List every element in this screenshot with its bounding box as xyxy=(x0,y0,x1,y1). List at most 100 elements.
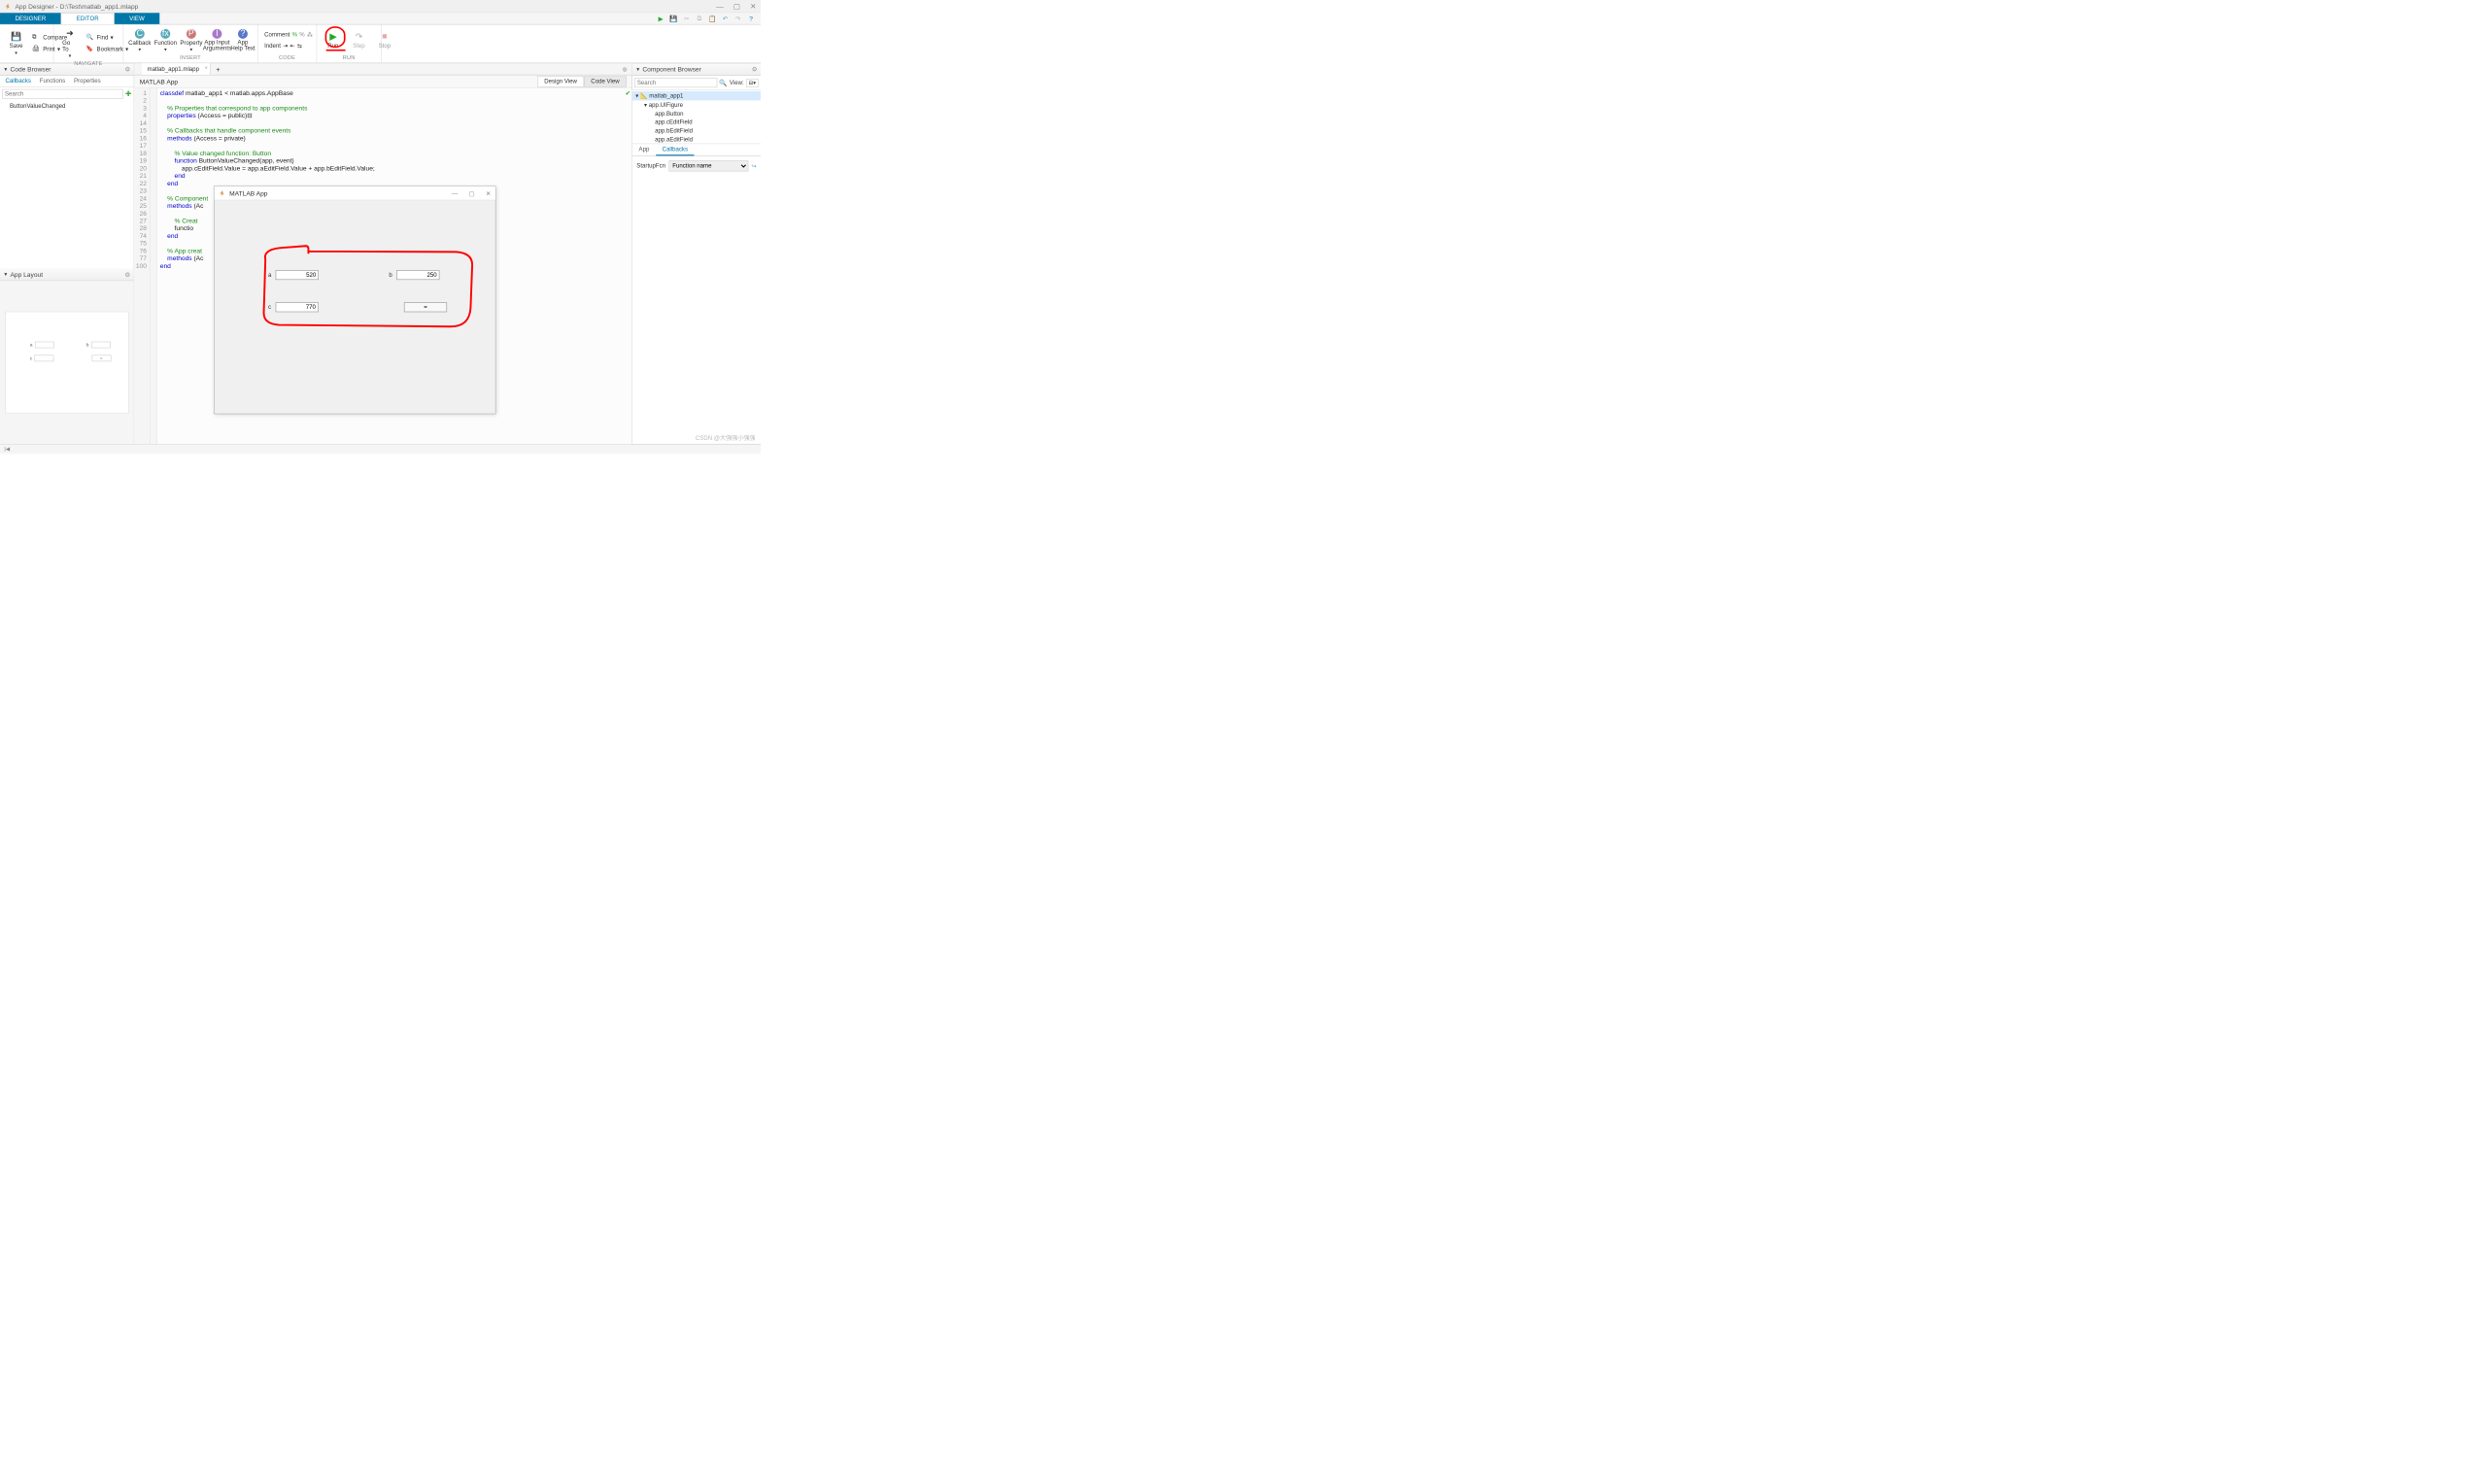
startupfcn-label: StartupFcn xyxy=(636,163,665,170)
minimize-button[interactable]: — xyxy=(716,2,724,11)
b-input[interactable] xyxy=(396,270,439,280)
indent-button[interactable]: Indent ⇥ ⇤ ⇆ xyxy=(263,42,303,51)
tree-afield[interactable]: app.aEditField xyxy=(632,135,761,144)
file-group-label xyxy=(6,59,49,60)
codebrowser-search-input[interactable] xyxy=(2,89,123,99)
callback-button[interactable]: CCallback▼ xyxy=(129,27,151,52)
tab-designer[interactable]: DESIGNER xyxy=(0,13,61,24)
equals-button[interactable]: = xyxy=(404,302,447,312)
ribbon-tabs: DESIGNER EDITOR VIEW ▶ 💾 ✂ ⧉ 📋 ↶ ↷ ? xyxy=(0,13,761,24)
titlebar: App Designer - D:\Test\matlab_app1.mlapp… xyxy=(0,0,761,13)
quick-toolbar: ▶ 💾 ✂ ⧉ 📋 ↶ ↷ ? xyxy=(657,13,761,24)
c-label: c xyxy=(268,304,271,311)
tab-callbacks[interactable]: Callbacks xyxy=(656,144,695,155)
check-ok-icon: ✔ xyxy=(626,89,631,97)
window-title: App Designer - D:\Test\matlab_app1.mlapp xyxy=(15,2,138,10)
gear-icon[interactable]: ⚙ xyxy=(752,65,758,73)
function-button[interactable]: fxFunction▼ xyxy=(154,27,176,52)
preview-field-b: b xyxy=(86,342,111,349)
tree-cfield[interactable]: app.cEditField xyxy=(632,118,761,127)
save-button[interactable]: 💾Save▼ xyxy=(6,30,27,56)
property-button[interactable]: PProperty▼ xyxy=(181,27,202,52)
code-browser-filters: Callbacks Functions Properties xyxy=(0,76,134,87)
undo-qab-icon[interactable]: ↶ xyxy=(721,15,730,23)
paste-qab-icon[interactable]: 📋 xyxy=(708,15,717,23)
c-input[interactable] xyxy=(275,302,318,312)
matlab-logo-icon xyxy=(4,2,12,10)
goto-button[interactable]: ➜Go To▼ xyxy=(59,27,81,60)
close-all-icon[interactable]: ⊗ xyxy=(618,63,631,75)
a-input[interactable] xyxy=(276,270,319,280)
statusbar: |◀ xyxy=(0,444,761,454)
filter-callbacks[interactable]: Callbacks xyxy=(3,78,33,84)
maximize-button[interactable]: ▢ xyxy=(733,2,740,11)
run-qab-icon[interactable]: ▶ xyxy=(657,15,665,23)
matlab-logo-icon xyxy=(219,189,226,197)
cut-qab-icon[interactable]: ✂ xyxy=(682,15,691,23)
app-close-button[interactable]: ✕ xyxy=(486,189,492,197)
code-view-button[interactable]: Code View xyxy=(584,76,627,86)
b-label: b xyxy=(389,272,392,279)
collapse-left-icon[interactable]: |◀ xyxy=(4,447,10,453)
tab-view[interactable]: VIEW xyxy=(115,13,160,24)
tab-app[interactable]: App xyxy=(632,144,656,155)
comment-button[interactable]: Comment % % ⁂ xyxy=(263,30,314,39)
component-browser-header[interactable]: ▼Component Browser⚙ xyxy=(632,63,761,76)
app-title: MATLAB App xyxy=(140,78,178,85)
left-panes: ▼Code Browser⚙ Callbacks Functions Prope… xyxy=(0,63,134,444)
a-label: a xyxy=(268,272,271,279)
tree-root[interactable]: ▾ 📐 matlab_app1 xyxy=(632,91,761,100)
redo-qab-icon[interactable]: ↷ xyxy=(733,15,742,23)
copy-qab-icon[interactable]: ⧉ xyxy=(696,15,704,23)
running-app-window: MATLAB App — ▢ ✕ a b c = xyxy=(214,186,495,414)
app-layout-preview: a b c = xyxy=(0,281,134,444)
app-titlebar[interactable]: MATLAB App — ▢ ✕ xyxy=(215,186,495,200)
view-mode-select[interactable]: ⊟▾ xyxy=(746,79,759,86)
app-minimize-button[interactable]: — xyxy=(452,189,459,197)
close-button[interactable]: ✕ xyxy=(750,2,756,11)
startupfcn-select[interactable]: Function name xyxy=(668,160,748,171)
component-tree: ▾ 📐 matlab_app1 ▾ app.UIFigure app.Butto… xyxy=(632,90,761,144)
fold-gutter xyxy=(151,88,157,445)
design-view-button[interactable]: Design View xyxy=(537,76,584,86)
annotation-run-underline xyxy=(326,50,346,51)
navigate-group-label: NAVIGATE xyxy=(59,59,118,66)
preview-field-a: a xyxy=(30,342,54,349)
filter-properties[interactable]: Properties xyxy=(72,78,103,84)
component-browser: ▼Component Browser⚙ 🔍 View: ⊟▾ ▾ 📐 matla… xyxy=(631,63,761,444)
preview-field-c: c xyxy=(30,355,54,362)
window-controls: — ▢ ✕ xyxy=(716,2,756,11)
callback-item[interactable]: ButtonValueChanged xyxy=(10,103,124,110)
tree-button[interactable]: app.Button xyxy=(632,110,761,118)
run-group-label: RUN xyxy=(323,53,376,60)
stop-button[interactable]: ■Stop xyxy=(374,30,395,51)
save-qab-icon[interactable]: 💾 xyxy=(669,15,678,23)
watermark: CSDN @大强强小强强 xyxy=(696,433,756,442)
step-button[interactable]: ↷Step xyxy=(348,30,369,51)
annotation-red-rect xyxy=(257,244,483,335)
tree-uifigure[interactable]: ▾ app.UIFigure xyxy=(632,100,761,109)
appinput-button[interactable]: IApp Input Arguments xyxy=(206,28,227,52)
filter-functions[interactable]: Functions xyxy=(38,78,68,84)
app-maximize-button[interactable]: ▢ xyxy=(469,189,475,197)
apphelp-button[interactable]: ?App Help Text xyxy=(232,28,254,52)
line-gutter: 1234141516171819202122232425262728747576… xyxy=(134,88,151,445)
close-tab-icon[interactable]: × xyxy=(205,65,208,71)
code-group-label: CODE xyxy=(263,53,311,60)
file-tab[interactable]: matlab_app1.mlapp× xyxy=(142,63,211,75)
app-layout-header[interactable]: ▼App Layout⚙ xyxy=(0,269,134,282)
insert-group-label: INSERT xyxy=(129,53,253,60)
run-button[interactable]: ▶Run xyxy=(323,30,344,51)
help-qab-icon[interactable]: ? xyxy=(747,15,756,23)
gear-icon[interactable]: ⚙ xyxy=(124,271,130,279)
add-tab-button[interactable]: + xyxy=(211,63,226,75)
goto-callback-icon[interactable]: ↪ xyxy=(752,162,757,169)
tree-bfield[interactable]: app.bEditField xyxy=(632,127,761,136)
preview-button-eq: = xyxy=(91,355,111,362)
gear-icon[interactable]: ⚙ xyxy=(124,65,130,73)
component-search-input[interactable] xyxy=(634,78,717,87)
toolstrip: 💾Save▼ ⧉Compare 🖨Print ▾ ➜Go To▼ 🔍Find ▾… xyxy=(0,24,761,63)
tab-editor[interactable]: EDITOR xyxy=(61,13,115,24)
add-callback-icon[interactable]: ✚ xyxy=(125,89,131,99)
search-icon[interactable]: 🔍 xyxy=(719,79,727,86)
